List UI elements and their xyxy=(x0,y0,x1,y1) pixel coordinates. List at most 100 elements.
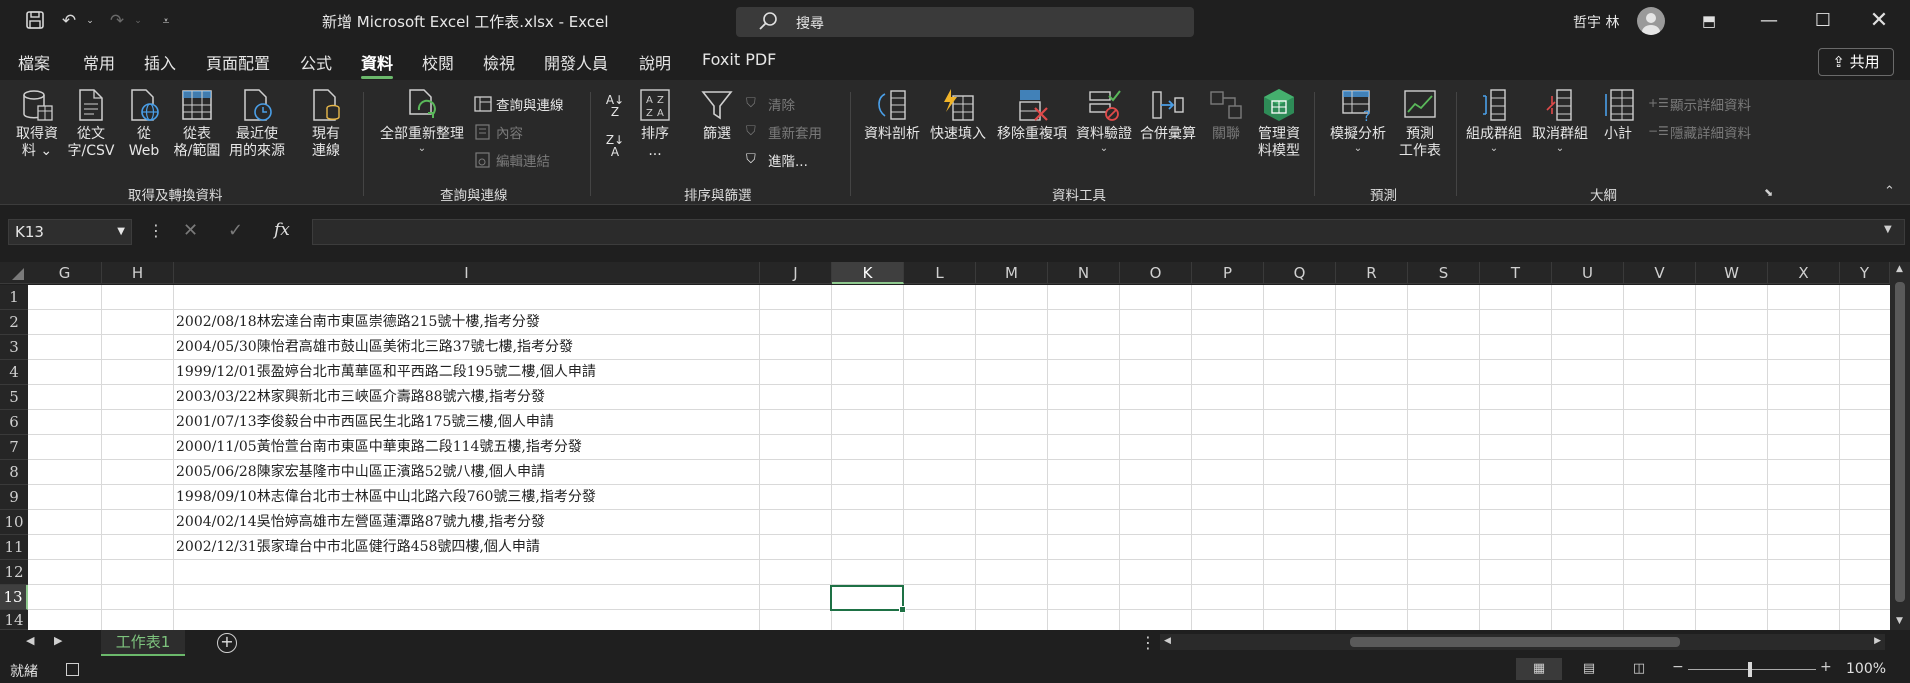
tab-page-layout[interactable]: 頁面配置 xyxy=(206,50,270,74)
tab-foxit-pdf[interactable]: Foxit PDF xyxy=(702,50,776,69)
undo-icon[interactable]: ↶ xyxy=(58,10,80,32)
zoom-out-icon[interactable]: − xyxy=(1672,659,1684,675)
column-header-o[interactable]: O xyxy=(1120,262,1192,284)
tab-review[interactable]: 校閱 xyxy=(422,50,454,74)
flash-fill-button[interactable]: 快速填入 xyxy=(926,88,990,143)
filter-button[interactable]: 篩選 xyxy=(696,88,738,143)
undo-dropdown-icon[interactable]: ⌄ xyxy=(79,10,101,32)
horizontal-scrollbar[interactable]: ◀ ▶ xyxy=(1160,634,1885,650)
search-box[interactable]: 搜尋 xyxy=(736,7,1194,37)
column-header-x[interactable]: X xyxy=(1768,262,1840,284)
from-web-button[interactable]: 從 Web xyxy=(122,88,166,160)
cell-i2[interactable]: 2002/08/18林宏達台南市東區崇德路215號十樓,指考分發 xyxy=(176,310,540,335)
page-break-view-button[interactable]: ◫ xyxy=(1616,658,1662,680)
row-header-14[interactable]: 14 xyxy=(0,610,28,630)
minimize-button[interactable]: — xyxy=(1756,8,1782,34)
horizontal-scroll-thumb[interactable] xyxy=(1350,637,1680,647)
cell-i8[interactable]: 2005/06/28陳家宏基隆市中山區正濱路52號八樓,個人申請 xyxy=(176,460,545,485)
normal-view-button[interactable]: ▦ xyxy=(1516,658,1562,680)
formula-input[interactable] xyxy=(312,219,1905,245)
prev-sheet-icon[interactable]: ◀ xyxy=(26,634,34,647)
forecast-sheet-button[interactable]: 預測 工作表 xyxy=(1394,88,1446,160)
save-icon[interactable] xyxy=(24,10,46,32)
refresh-all-button[interactable]: 全部重新整理 ⌄ xyxy=(372,88,472,155)
row-header-12[interactable]: 12 xyxy=(0,560,28,585)
existing-connections-button[interactable]: 現有 連線 xyxy=(304,88,348,160)
row-header-2[interactable]: 2 xyxy=(0,310,28,335)
column-header-k[interactable]: K xyxy=(832,262,904,284)
name-box[interactable]: K13 ▼ xyxy=(8,219,132,245)
recent-sources-button[interactable]: 最近使 用的來源 xyxy=(226,88,288,160)
cell-i9[interactable]: 1998/09/10林志偉台北市士林區中山北路六段760號三樓,指考分發 xyxy=(176,485,596,510)
more-options-icon[interactable]: ⋮ xyxy=(148,221,164,240)
column-header-r[interactable]: R xyxy=(1336,262,1408,284)
worksheet-grid[interactable]: 2002/08/18林宏達台南市東區崇德路215號十樓,指考分發 2004/05… xyxy=(28,285,1890,630)
zoom-in-icon[interactable]: + xyxy=(1820,659,1832,675)
column-header-v[interactable]: V xyxy=(1624,262,1696,284)
column-header-j[interactable]: J xyxy=(760,262,832,284)
column-header-h[interactable]: H xyxy=(102,262,174,284)
sort-ascending-button[interactable]: A↓ Z xyxy=(602,94,628,118)
add-sheet-icon[interactable]: + xyxy=(217,633,237,653)
text-to-columns-button[interactable]: 資料剖析 xyxy=(860,88,924,143)
scroll-right-icon[interactable]: ▶ xyxy=(1874,636,1881,646)
close-button[interactable]: ✕ xyxy=(1866,8,1892,34)
tab-split-handle-icon[interactable]: ⋮ xyxy=(1140,633,1156,652)
column-header-m[interactable]: M xyxy=(976,262,1048,284)
column-header-s[interactable]: S xyxy=(1408,262,1480,284)
dialog-launcher-icon[interactable]: ⬊ xyxy=(1764,186,1773,199)
zoom-slider[interactable] xyxy=(1688,669,1816,670)
column-header-t[interactable]: T xyxy=(1480,262,1552,284)
cell-i4[interactable]: 1999/12/01張盈婷台北市萬華區和平西路二段195號二樓,個人申請 xyxy=(176,360,596,385)
row-header-6[interactable]: 6 xyxy=(0,410,28,435)
scroll-down-icon[interactable]: ▼ xyxy=(1896,616,1903,626)
what-if-analysis-button[interactable]: ? 模擬分析 ⌄ xyxy=(1322,88,1394,155)
tab-data[interactable]: 資料 xyxy=(361,50,393,74)
column-header-l[interactable]: L xyxy=(904,262,976,284)
cell-i3[interactable]: 2004/05/30陳怡君高雄市鼓山區美術北三路37號七樓,指考分發 xyxy=(176,335,573,360)
share-button[interactable]: ⇪ 共用 xyxy=(1818,48,1894,76)
row-header-8[interactable]: 8 xyxy=(0,460,28,485)
sheet-tab-1[interactable]: 工作表1 xyxy=(101,630,185,656)
row-header-10[interactable]: 10 xyxy=(0,510,28,535)
next-sheet-icon[interactable]: ▶ xyxy=(54,634,62,647)
scroll-left-icon[interactable]: ◀ xyxy=(1164,636,1171,646)
row-header-13[interactable]: 13 xyxy=(0,585,28,610)
get-data-button[interactable]: 取得資 料 ⌄ xyxy=(12,88,62,160)
column-header-g[interactable]: G xyxy=(28,262,102,284)
ungroup-button[interactable]: 取消群組 ⌄ xyxy=(1528,88,1592,155)
accessibility-icon[interactable] xyxy=(66,663,79,676)
user-name[interactable]: 哲宇 林 xyxy=(1573,12,1619,32)
column-header-n[interactable]: N xyxy=(1048,262,1120,284)
tab-file[interactable]: 檔案 xyxy=(18,50,50,74)
remove-duplicates-button[interactable]: 移除重複項 xyxy=(992,88,1072,143)
tab-insert[interactable]: 插入 xyxy=(144,50,176,74)
expand-formula-icon[interactable]: ▼ xyxy=(1884,224,1892,235)
row-header-5[interactable]: 5 xyxy=(0,385,28,410)
consolidate-button[interactable]: 合併彙算 xyxy=(1136,88,1200,143)
maximize-button[interactable]: ☐ xyxy=(1810,8,1836,34)
row-header-4[interactable]: 4 xyxy=(0,360,28,385)
column-header-q[interactable]: Q xyxy=(1264,262,1336,284)
customize-qat-icon[interactable]: ⩡ xyxy=(155,10,177,32)
row-header-1[interactable]: 1 xyxy=(0,285,28,310)
zoom-slider-handle[interactable] xyxy=(1748,662,1752,677)
avatar[interactable] xyxy=(1637,7,1665,35)
row-header-11[interactable]: 11 xyxy=(0,535,28,560)
vertical-scrollbar[interactable]: ▲ ▼ xyxy=(1890,262,1910,630)
active-cell-selection[interactable] xyxy=(830,585,906,613)
tab-developer[interactable]: 開發人員 xyxy=(544,50,608,74)
sort-button[interactable]: AZZA 排序 ... xyxy=(634,88,676,160)
collapse-ribbon-icon[interactable]: ⌃ xyxy=(1884,184,1895,199)
cell-i7[interactable]: 2000/11/05黃怡萱台南市東區中華東路二段114號五樓,指考分發 xyxy=(176,435,582,460)
tab-home[interactable]: 常用 xyxy=(83,50,115,74)
column-header-i[interactable]: I xyxy=(174,262,760,284)
column-header-u[interactable]: U xyxy=(1552,262,1624,284)
insert-function-icon[interactable]: fx xyxy=(274,220,290,240)
scroll-up-icon[interactable]: ▲ xyxy=(1896,264,1903,274)
chevron-down-icon[interactable]: ▼ xyxy=(117,220,125,244)
sort-descending-button[interactable]: Z↓ A xyxy=(602,134,628,158)
from-text-csv-button[interactable]: 從文 字/CSV xyxy=(64,88,118,160)
cell-i10[interactable]: 2004/02/14吳怡婷高雄市左營區蓮潭路87號九樓,指考分發 xyxy=(176,510,545,535)
vertical-scroll-thumb[interactable] xyxy=(1895,282,1905,602)
